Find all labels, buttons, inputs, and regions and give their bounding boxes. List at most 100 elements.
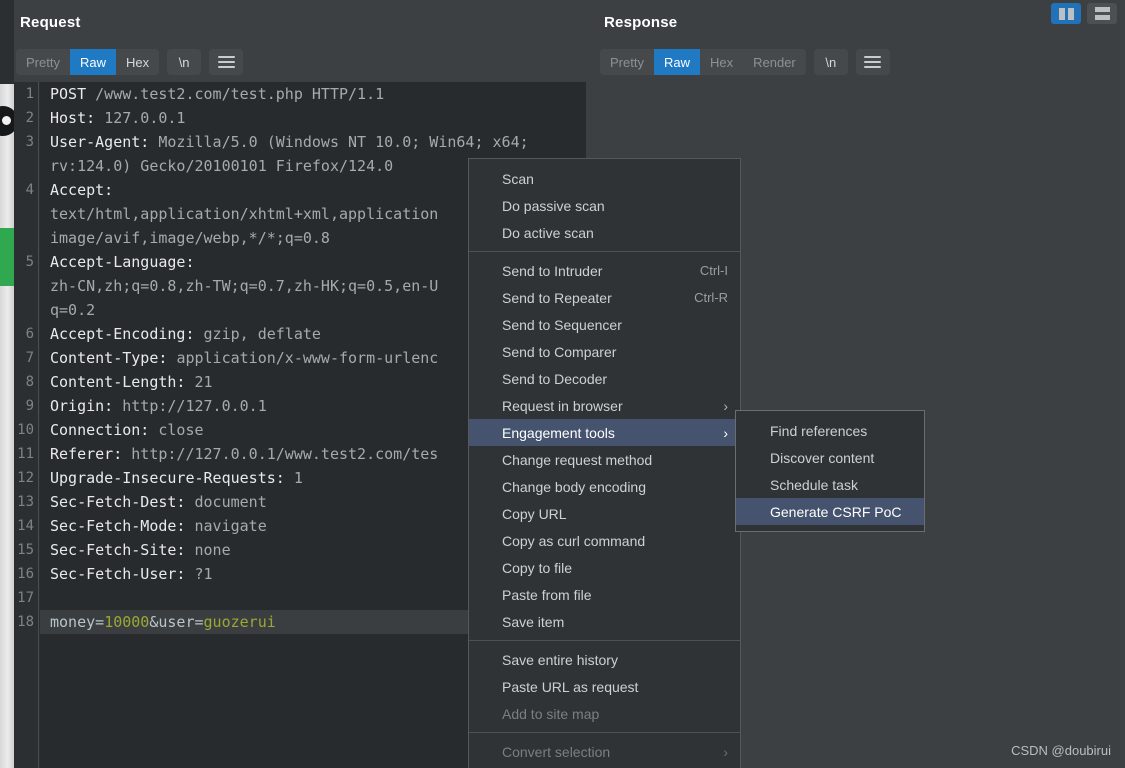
menu-item-label: Request in browser <box>502 397 623 414</box>
menu-item-scan[interactable]: Scan <box>469 165 740 192</box>
split-vertical-icon[interactable] <box>1051 3 1081 24</box>
code-token: POST <box>50 85 96 103</box>
menu-item-do-active-scan[interactable]: Do active scan <box>469 219 740 246</box>
submenu-item-discover-content[interactable]: Discover content <box>736 444 924 471</box>
code-token: 10000 <box>104 613 150 631</box>
menu-item-label: Do passive scan <box>502 197 605 214</box>
code-token: Origin: <box>50 397 123 415</box>
request-toolbar: Pretty Raw Hex \n <box>16 49 244 75</box>
tab-request-hex[interactable]: Hex <box>116 49 159 75</box>
tab-request-pretty[interactable]: Pretty <box>16 49 70 75</box>
request-header-line: Content-Type: application/x-www-form-url… <box>50 346 438 370</box>
code-token: = <box>95 613 105 631</box>
submenu-item-label: Find references <box>770 422 868 439</box>
submenu-item-label: Schedule task <box>770 476 858 493</box>
menu-separator <box>469 732 740 733</box>
menu-item-label: Engagement tools <box>502 424 615 441</box>
code-token: 127.0.0.1 <box>104 109 186 127</box>
menu-item-label: Add to site map <box>502 705 600 722</box>
request-header-line: Connection: close <box>50 418 204 442</box>
line-number: 10 <box>17 422 34 438</box>
request-header-line: Accept-Encoding: gzip, deflate <box>50 322 321 346</box>
code-token: money <box>50 613 96 631</box>
request-header-line: q=0.2 <box>50 298 95 322</box>
code-token: guozerui <box>203 613 276 631</box>
menu-item-request-in-browser[interactable]: Request in browser › <box>469 392 740 419</box>
code-token: Mozilla/5.0 (Windows NT 10.0; Win64; x64… <box>158 133 529 151</box>
code-token: document <box>194 493 267 511</box>
menu-item-copy-to-file[interactable]: Copy to file <box>469 554 740 581</box>
request-newline-button[interactable]: \n <box>167 49 202 75</box>
menu-item-label: Save item <box>502 613 565 630</box>
menu-item-send-to-comparer[interactable]: Send to Comparer <box>469 338 740 365</box>
watermark: CSDN @doubirui <box>1011 743 1111 758</box>
menu-item-save-entire-history[interactable]: Save entire history <box>469 646 740 673</box>
code-token: user <box>158 613 195 631</box>
menu-item-do-passive-scan[interactable]: Do passive scan <box>469 192 740 219</box>
request-header-line: zh-CN,zh;q=0.8,zh-TW;q=0.7,zh-HK;q=0.5,e… <box>50 274 438 298</box>
response-toolbar: Pretty Raw Hex Render \n <box>600 49 890 75</box>
tab-response-pretty[interactable]: Pretty <box>600 49 654 75</box>
request-header-line: Origin: http://127.0.0.1 <box>50 394 267 418</box>
menu-item-send-to-sequencer[interactable]: Send to Sequencer <box>469 311 740 338</box>
line-number: 14 <box>17 518 34 534</box>
menu-item-copy-as-curl-command[interactable]: Copy as curl command <box>469 527 740 554</box>
line-number: 2 <box>25 110 34 126</box>
menu-item-label: Send to Comparer <box>502 343 617 360</box>
line-number: 4 <box>25 182 34 198</box>
code-token: gzip, deflate <box>203 325 321 343</box>
request-body-line: money=10000&user=guozerui <box>50 610 276 634</box>
menu-item-copy-url[interactable]: Copy URL <box>469 500 740 527</box>
code-token: http://127.0.0.1/www.test2.com/tes <box>131 445 439 463</box>
menu-item-save-item[interactable]: Save item <box>469 608 740 635</box>
tab-request-raw[interactable]: Raw <box>69 49 116 75</box>
menu-item-send-to-decoder[interactable]: Send to Decoder <box>469 365 740 392</box>
line-number-gutter: 1 2 3 4 5 6 7 8 9 10 11 12 13 14 15 16 17 18 <box>14 82 39 768</box>
menu-item-paste-url-as-request[interactable]: Paste URL as request <box>469 673 740 700</box>
line-number: 1 <box>25 86 34 102</box>
menu-item-change-body-encoding[interactable]: Change body encoding <box>469 473 740 500</box>
line-number: 7 <box>25 350 34 366</box>
response-panel-title: Response <box>604 14 678 31</box>
request-menu-button[interactable] <box>209 49 244 75</box>
menu-item-paste-from-file[interactable]: Paste from file <box>469 581 740 608</box>
response-menu-button[interactable] <box>855 49 890 75</box>
code-token: zh-CN,zh;q=0.8,zh-TW;q=0.7,zh-HK;q=0.5,e… <box>50 277 439 295</box>
request-view-tabs: Pretty Raw Hex <box>16 49 160 75</box>
decorative-circle-dot-icon <box>2 116 11 125</box>
request-header-line: Sec-Fetch-Dest: document <box>50 490 267 514</box>
menu-item-label: Scan <box>502 170 534 187</box>
code-token: Host: <box>50 109 105 127</box>
submenu-item-generate-csrf-poc[interactable]: Generate CSRF PoC <box>736 498 924 525</box>
menu-item-label: Convert selection <box>502 743 611 760</box>
request-header-line: image/avif,image/webp,*/*;q=0.8 <box>50 226 330 250</box>
code-token: none <box>194 541 231 559</box>
submenu-item-schedule-task[interactable]: Schedule task <box>736 471 924 498</box>
menu-item-change-request-method[interactable]: Change request method <box>469 446 740 473</box>
tab-response-raw[interactable]: Raw <box>653 49 700 75</box>
line-number: 18 <box>17 614 34 630</box>
menu-separator <box>469 640 740 641</box>
line-number: 8 <box>25 374 34 390</box>
code-token: Accept: <box>50 181 123 199</box>
hamburger-icon <box>217 56 235 68</box>
submenu-item-find-references[interactable]: Find references <box>736 417 924 444</box>
code-token: Sec-Fetch-Mode: <box>50 517 195 535</box>
menu-item-send-to-intruder[interactable]: Send to Intruder Ctrl-I <box>469 257 740 284</box>
menu-item-label: Do active scan <box>502 224 594 241</box>
menu-item-send-to-repeater[interactable]: Send to Repeater Ctrl-R <box>469 284 740 311</box>
response-newline-button[interactable]: \n <box>813 49 848 75</box>
tab-response-render[interactable]: Render <box>743 49 806 75</box>
chevron-right-icon: › <box>723 743 728 760</box>
request-header-line: Sec-Fetch-Site: none <box>50 538 231 562</box>
code-token: Content-Length: <box>50 373 195 391</box>
layout-toggle-group <box>1051 3 1117 24</box>
line-number: 16 <box>17 566 34 582</box>
split-horizontal-icon[interactable] <box>1087 3 1117 24</box>
menu-item-engagement-tools[interactable]: Engagement tools › <box>469 419 740 446</box>
code-token: navigate <box>194 517 267 535</box>
request-header-line: Sec-Fetch-Mode: navigate <box>50 514 267 538</box>
menu-item-add-to-site-map: Add to site map <box>469 700 740 727</box>
line-number: 12 <box>17 470 34 486</box>
tab-response-hex[interactable]: Hex <box>700 49 743 75</box>
